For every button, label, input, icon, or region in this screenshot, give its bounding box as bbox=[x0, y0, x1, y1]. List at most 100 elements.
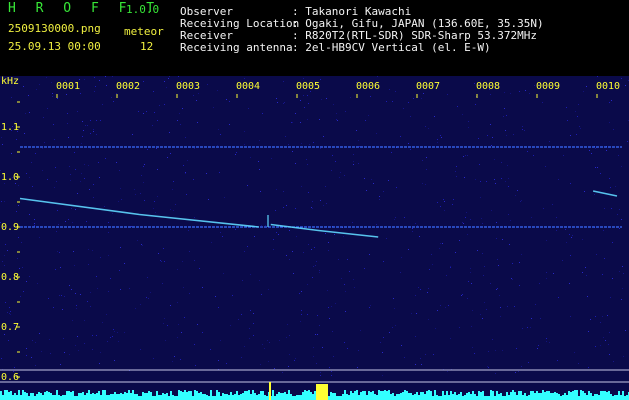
floor-bar bbox=[312, 394, 314, 400]
noise-speck bbox=[260, 364, 261, 365]
noise-speck bbox=[431, 254, 432, 255]
noise-speck bbox=[137, 240, 138, 241]
noise-speck bbox=[423, 93, 424, 94]
floor-bar bbox=[378, 390, 380, 400]
noise-speck bbox=[199, 268, 200, 269]
noise-speck bbox=[160, 260, 161, 261]
noise-speck bbox=[422, 183, 423, 184]
noise-speck bbox=[299, 293, 300, 294]
floor-bar bbox=[22, 390, 24, 400]
noise-speck bbox=[578, 363, 579, 364]
noise-speck bbox=[303, 252, 304, 253]
noise-speck bbox=[600, 173, 601, 174]
floor-bar bbox=[358, 395, 360, 400]
noise-speck bbox=[418, 287, 419, 288]
noise-speck bbox=[18, 185, 19, 186]
noise-speck bbox=[15, 183, 16, 184]
noise-speck bbox=[276, 98, 277, 99]
noise-speck bbox=[138, 111, 139, 112]
noise-speck bbox=[496, 238, 497, 239]
floor-bar bbox=[352, 393, 354, 400]
floor-bar bbox=[78, 393, 80, 400]
noise-speck bbox=[320, 200, 321, 201]
noise-speck bbox=[300, 100, 301, 101]
noise-speck bbox=[90, 306, 91, 307]
noise-speck bbox=[259, 140, 260, 141]
noise-speck bbox=[177, 120, 178, 121]
noise-speck bbox=[32, 340, 33, 341]
floor-bar bbox=[58, 395, 60, 400]
noise-speck bbox=[163, 248, 164, 249]
noise-speck bbox=[10, 314, 11, 315]
noise-speck bbox=[576, 134, 577, 135]
noise-speck bbox=[488, 367, 489, 368]
floor-bar bbox=[90, 394, 92, 400]
noise-speck bbox=[265, 225, 266, 226]
noise-speck bbox=[604, 258, 605, 259]
noise-speck bbox=[477, 250, 478, 251]
noise-speck bbox=[82, 121, 83, 122]
noise-speck bbox=[575, 111, 576, 112]
noise-speck bbox=[336, 113, 337, 114]
noise-speck bbox=[29, 276, 30, 277]
noise-speck bbox=[87, 125, 88, 126]
floor-bar bbox=[288, 390, 290, 400]
floor-bar bbox=[370, 392, 372, 400]
floor-bar bbox=[396, 394, 398, 400]
floor-bar bbox=[578, 396, 580, 400]
noise-speck bbox=[450, 338, 451, 339]
noise-speck bbox=[141, 244, 142, 245]
noise-speck bbox=[416, 313, 417, 314]
floor-bar bbox=[512, 390, 514, 400]
noise-speck bbox=[582, 239, 583, 240]
floor-bar bbox=[260, 391, 262, 400]
noise-speck bbox=[370, 305, 371, 306]
noise-speck bbox=[220, 340, 221, 341]
noise-speck bbox=[597, 167, 598, 168]
noise-speck bbox=[51, 82, 52, 83]
noise-speck bbox=[577, 116, 578, 117]
noise-speck bbox=[315, 334, 316, 335]
noise-speck bbox=[617, 214, 618, 215]
floor-bar bbox=[10, 391, 12, 400]
floor-bar bbox=[16, 395, 18, 400]
noise-speck bbox=[619, 228, 620, 229]
noise-speck bbox=[345, 111, 346, 112]
noise-speck bbox=[549, 141, 550, 142]
noise-speck bbox=[177, 302, 178, 303]
noise-speck bbox=[146, 111, 147, 112]
floor-bar bbox=[606, 392, 608, 400]
noise-speck bbox=[73, 251, 74, 252]
time-tick-label: 0002 bbox=[116, 81, 140, 92]
floor-bar bbox=[238, 395, 240, 400]
noise-speck bbox=[588, 367, 589, 368]
floor-bar bbox=[440, 396, 442, 400]
noise-speck bbox=[193, 95, 194, 96]
floor-bar bbox=[68, 391, 70, 400]
noise-speck bbox=[80, 93, 81, 94]
noise-speck bbox=[519, 91, 520, 92]
noise-speck bbox=[508, 214, 509, 215]
noise-speck bbox=[432, 264, 433, 265]
noise-speck bbox=[546, 341, 547, 342]
noise-speck bbox=[412, 231, 413, 232]
noise-speck bbox=[118, 341, 119, 342]
noise-speck bbox=[492, 339, 493, 340]
noise-speck bbox=[546, 272, 547, 273]
noise-speck bbox=[20, 296, 21, 297]
noise-speck bbox=[9, 313, 10, 314]
floor-bar bbox=[200, 392, 202, 400]
noise-speck bbox=[42, 148, 43, 149]
floor-bar bbox=[548, 391, 550, 400]
noise-speck bbox=[68, 219, 69, 220]
floor-bar bbox=[28, 396, 30, 400]
noise-speck bbox=[428, 319, 429, 320]
noise-speck bbox=[453, 199, 454, 200]
noise-speck bbox=[394, 219, 395, 220]
noise-speck bbox=[591, 153, 592, 154]
floor-bar bbox=[84, 395, 86, 400]
floor-bar bbox=[220, 396, 222, 400]
noise-speck bbox=[400, 136, 401, 137]
floor-bar bbox=[534, 393, 536, 400]
noise-speck bbox=[313, 356, 314, 357]
